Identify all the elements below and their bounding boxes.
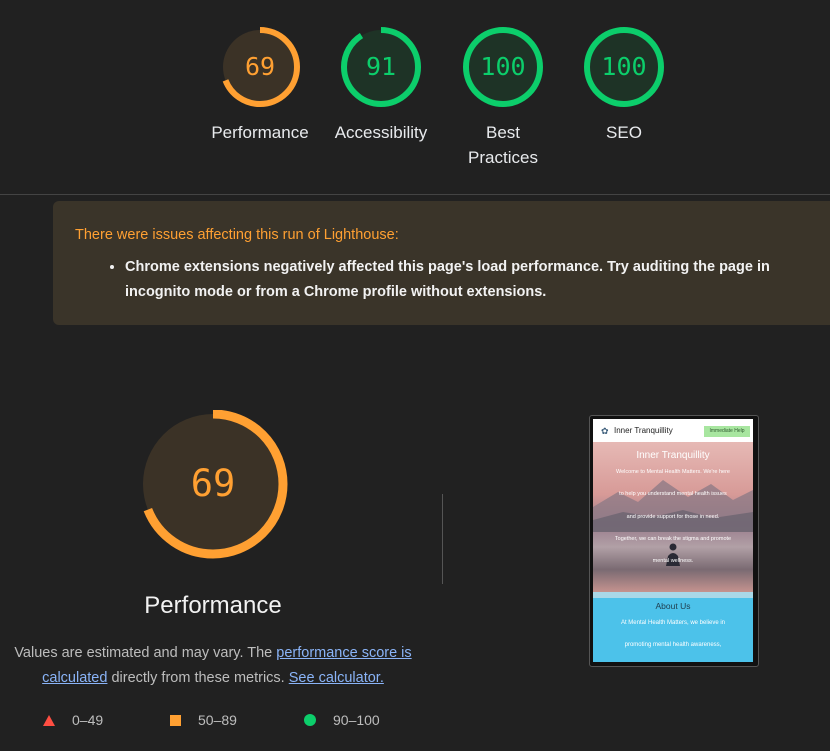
thumb-about-line: promoting mental health awareness, (624, 642, 722, 648)
divider (0, 194, 830, 195)
note-text: directly from these metrics. (107, 670, 289, 686)
legend-range: 50–89 (198, 712, 237, 728)
performance-score: 69 (190, 462, 236, 505)
gauge-label: Performance (211, 123, 309, 142)
note-text: Values are estimated and may vary. The (14, 645, 277, 661)
thumb-hero-line: and provide support for those in need. (626, 514, 720, 520)
thumb-help-button: Immediate Help (704, 426, 750, 437)
thumb-hero-title: Inner Tranquillity (636, 450, 710, 461)
legend-pass: 90–100 (304, 712, 380, 728)
category-gauges: 69 Performance 91 Accessibility 100 Best… (0, 0, 830, 194)
thumb-hero-line: Welcome to Mental Health Matters. We're … (616, 469, 730, 475)
thumb-hero: Inner Tranquillity Welcome to Mental Hea… (593, 442, 753, 592)
lotus-icon: ✿ (601, 426, 609, 436)
warning-list: Chrome extensions negatively affected th… (103, 255, 825, 305)
gauge-label: SEO (606, 123, 642, 142)
meditating-person-image (666, 543, 680, 566)
gauge-performance[interactable]: 69 Performance (200, 24, 320, 145)
gauge-score: 91 (365, 52, 397, 81)
warning-title: There were issues affecting this run of … (75, 227, 399, 243)
mountain-image (593, 480, 753, 532)
gauge-best-practices[interactable]: 100 Best Practices (443, 24, 563, 170)
thumb-hero-line: Together, we can break the stigma and pr… (614, 536, 732, 542)
thumb-about-line: At Mental Health Matters, we believe in (620, 620, 726, 626)
gauge-score: 100 (601, 52, 647, 81)
warning-item: Chrome extensions negatively affected th… (125, 255, 825, 305)
performance-note: Values are estimated and may vary. The p… (0, 641, 426, 691)
thumb-about-title: About Us (655, 601, 691, 611)
thumb-brand: Inner Tranquillity (614, 426, 673, 435)
triangle-icon (43, 714, 55, 726)
see-calculator-link[interactable]: See calculator. (289, 670, 384, 686)
page-screenshot-thumbnail[interactable]: ✿ Inner Tranquillity Immediate Help Inne… (589, 415, 759, 667)
performance-title: Performance (144, 592, 282, 619)
gauge-score: 100 (480, 52, 526, 81)
thumb-hero-line: mental wellness. (652, 558, 694, 564)
legend-range: 90–100 (333, 712, 380, 728)
thumb-hero-line: to help you understand mental health iss… (619, 491, 727, 497)
gauge-score: 69 (244, 52, 276, 81)
thumb-header: ✿ Inner Tranquillity Immediate Help (593, 419, 753, 442)
legend-range: 0–49 (72, 712, 104, 728)
thumb-about: About Us At Mental Health Matters, we be… (593, 598, 753, 662)
legend-average: 50–89 (170, 712, 237, 728)
gauge-accessibility[interactable]: 91 Accessibility (321, 24, 441, 145)
gauge-label: Accessibility (334, 123, 428, 142)
warning-box: There were issues affecting this run of … (53, 201, 830, 325)
legend-fail: 0–49 (43, 712, 103, 728)
vertical-separator (442, 494, 443, 584)
gauge-label: Best Practices (468, 123, 538, 167)
gauge-seo[interactable]: 100 SEO (564, 24, 684, 145)
circle-icon (304, 714, 316, 726)
square-icon (170, 714, 181, 726)
score-legend: 0–49 50–89 90–100 (0, 712, 430, 734)
